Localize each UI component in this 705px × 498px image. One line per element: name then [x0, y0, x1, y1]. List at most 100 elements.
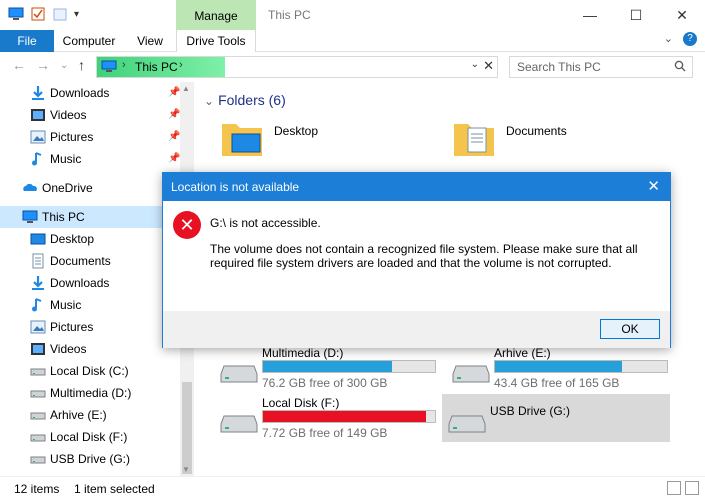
drive-name: Arhive (E:)	[494, 346, 551, 360]
window-title: This PC	[268, 8, 311, 22]
documents-folder-icon	[454, 124, 494, 156]
folder-name: Desktop	[274, 124, 319, 138]
folder-name: Documents	[506, 124, 567, 138]
forward-icon[interactable]: →	[36, 57, 50, 73]
drive-icon	[220, 365, 258, 383]
close-button[interactable]: ✕	[659, 0, 705, 30]
sidebar-item-label: OneDrive	[42, 181, 93, 195]
drive-usage-bar	[262, 360, 436, 373]
sidebar-item-documents[interactable]: Documents	[30, 250, 111, 272]
pictures-icon	[30, 320, 46, 334]
sidebar-item-local-disk-c[interactable]: Local Disk (C:)	[30, 360, 129, 382]
error-dialog: Location is not available ✕ ✕ G:\ is not…	[162, 172, 671, 348]
folders-group-header[interactable]: ⌄ Folders (6)	[204, 92, 286, 108]
maximize-button[interactable]: ☐	[613, 0, 659, 30]
drive-item-multimedia-d[interactable]: Multimedia (D:) 76.2 GB free of 300 GB	[214, 344, 442, 392]
drive-usage-fill	[263, 411, 427, 422]
drive-item-usb-drive-g[interactable]: USB Drive (G:)	[442, 394, 670, 442]
search-box[interactable]: Search This PC	[509, 56, 693, 78]
view-buttons	[667, 481, 699, 495]
sidebar-item-onedrive[interactable]: OneDrive	[22, 177, 93, 199]
drive-usage-fill	[263, 361, 392, 372]
sidebar-item-multimedia-d[interactable]: Multimedia (D:)	[30, 382, 131, 404]
sidebar-item-label: Pictures	[50, 320, 94, 334]
sidebar-item-downloads[interactable]: Downloads	[30, 82, 109, 104]
address-bar[interactable]: › This PC › ⌄ ✕	[96, 56, 498, 78]
search-icon[interactable]	[674, 60, 686, 72]
pin-icon[interactable]: 📌	[168, 131, 180, 142]
sidebar-item-usb-drive-g[interactable]: USB Drive (G:)	[30, 448, 130, 470]
sidebar-item-videos[interactable]: Videos	[30, 338, 86, 360]
sidebar-item-label: Music	[50, 298, 82, 312]
tab-drive-tools[interactable]: Drive Tools	[176, 30, 256, 52]
folder-item-documents[interactable]: Documents	[450, 118, 567, 158]
drive-item-local-disk-f[interactable]: Local Disk (F:) 7.72 GB free of 149 GB	[214, 394, 442, 442]
drive-name: USB Drive (G:)	[490, 404, 571, 418]
chevron-down-icon[interactable]: ⌄	[204, 94, 214, 108]
drive-usage-bar	[494, 360, 668, 373]
desktop-icon	[30, 233, 46, 245]
tab-computer[interactable]: Computer	[54, 30, 124, 52]
pin-icon[interactable]: 📌	[168, 87, 180, 98]
expand-ribbon-icon[interactable]: ⌄	[664, 32, 673, 46]
recent-locations-icon[interactable]: ⌄	[60, 60, 68, 71]
address-dropdown-icon[interactable]: ⌄	[471, 59, 479, 70]
up-icon[interactable]: ↑	[78, 57, 85, 73]
drive-icon	[452, 365, 490, 383]
drive-name: Local Disk (F:)	[262, 396, 340, 410]
back-icon[interactable]: ←	[12, 57, 26, 73]
sidebar-item-label: Arhive (E:)	[50, 408, 107, 422]
pin-icon[interactable]: 📌	[168, 153, 180, 164]
desktop-folder-icon	[222, 124, 262, 156]
tab-file[interactable]: File	[0, 30, 54, 52]
drive-icon	[30, 368, 46, 376]
sidebar-item-label: Local Disk (C:)	[50, 364, 129, 378]
dialog-close-button[interactable]: ✕	[647, 177, 660, 195]
sidebar-item-pictures[interactable]: Pictures	[30, 316, 93, 338]
pin-icon[interactable]: 📌	[168, 109, 180, 120]
sidebar-item-music[interactable]: Music	[30, 148, 81, 170]
ok-button[interactable]: OK	[600, 319, 660, 339]
details-view-icon[interactable]	[667, 481, 681, 495]
ribbon-right-controls: ⌄ ?	[664, 32, 697, 46]
drive-icon	[30, 412, 46, 420]
tab-view[interactable]: View	[124, 30, 176, 52]
breadcrumb-chevron-icon[interactable]: ›	[179, 59, 183, 71]
sidebar-item-label: Desktop	[50, 232, 95, 246]
properties-icon[interactable]	[30, 6, 46, 22]
sidebar-item-desktop[interactable]: Desktop	[30, 228, 94, 250]
scrollbar-thumb[interactable]	[182, 382, 192, 474]
breadcrumb-this-pc[interactable]: This PC	[135, 60, 178, 74]
music-icon	[32, 298, 42, 312]
large-icons-view-icon[interactable]	[685, 481, 699, 495]
sidebar-item-pictures[interactable]: Pictures	[30, 126, 93, 148]
new-folder-icon[interactable]	[52, 6, 68, 22]
address-row: ← → ⌄ ↑ › This PC › ⌄ ✕ Search This PC	[0, 53, 705, 81]
help-icon[interactable]: ?	[683, 32, 697, 46]
sidebar-item-local-disk-f[interactable]: Local Disk (F:)	[30, 426, 127, 448]
selection-count: 1 item selected	[74, 482, 155, 496]
sidebar-item-music[interactable]: Music	[30, 294, 81, 316]
sidebar-item-arhive-e[interactable]: Arhive (E:)	[30, 404, 107, 426]
sidebar-item-this-pc[interactable]: This PC	[0, 206, 180, 228]
title-bar: ▾ Manage This PC — ☐ ✕	[0, 0, 705, 30]
drive-free-space: 76.2 GB free of 300 GB	[262, 376, 388, 390]
scroll-up-icon[interactable]: ▲	[182, 84, 190, 93]
download-icon	[32, 276, 44, 290]
breadcrumb-chevron-icon[interactable]: ›	[122, 59, 126, 71]
folder-item-desktop[interactable]: Desktop	[218, 118, 318, 158]
minimize-button[interactable]: —	[567, 0, 613, 30]
address-clear-icon[interactable]: ✕	[483, 58, 494, 74]
sidebar-item-downloads[interactable]: Downloads	[30, 272, 109, 294]
computer-icon[interactable]	[8, 6, 24, 22]
search-input[interactable]: Search This PC	[517, 60, 601, 74]
scroll-down-icon[interactable]: ▼	[182, 465, 190, 474]
dialog-footer: OK	[163, 311, 670, 348]
sidebar-item-label: Downloads	[50, 86, 110, 100]
sidebar-item-label: Multimedia (D:)	[50, 386, 132, 400]
qa-dropdown-icon[interactable]: ▾	[74, 9, 79, 20]
drive-item-arhive-e[interactable]: Arhive (E:) 43.4 GB free of 165 GB	[446, 344, 674, 392]
sidebar-item-videos[interactable]: Videos	[30, 104, 86, 126]
manage-tab[interactable]: Manage	[176, 0, 256, 30]
dialog-title: Location is not available	[171, 180, 300, 194]
